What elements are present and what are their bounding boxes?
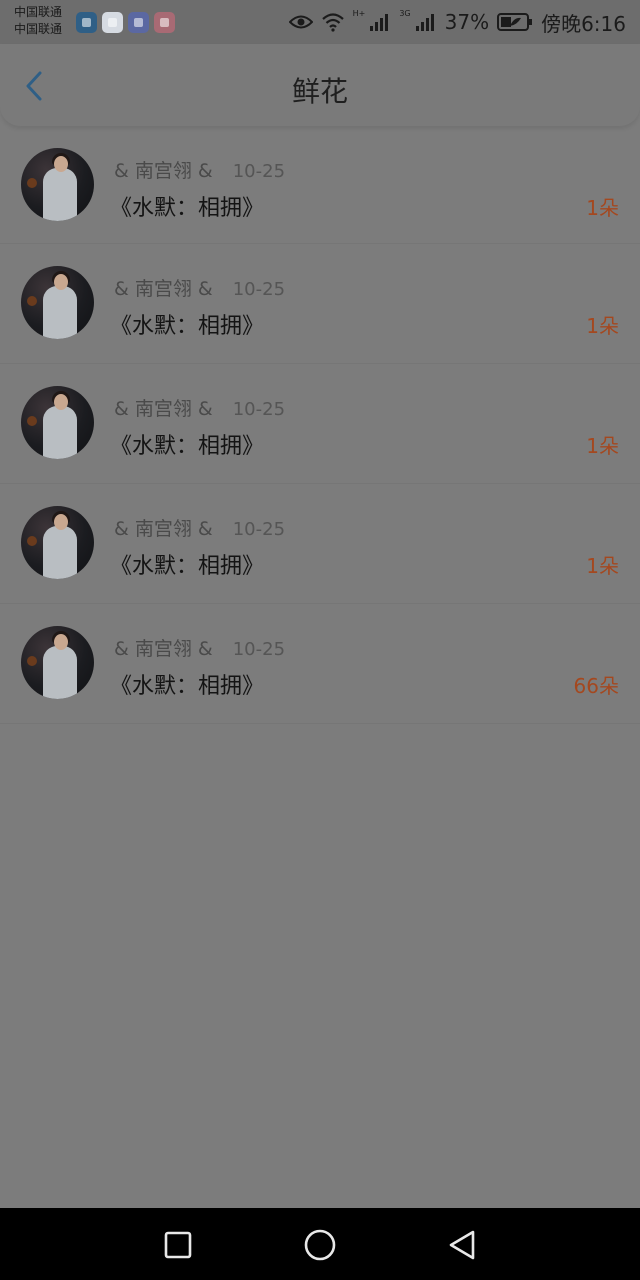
battery-percent: 37% xyxy=(444,10,490,34)
user-name: & 南宫翎 & xyxy=(114,398,213,420)
record-meta: & 南宫翎 & 10-25 xyxy=(114,514,285,541)
flower-count: 1朵 xyxy=(586,196,619,220)
signal-icon-2 xyxy=(415,12,437,32)
navigation-bar xyxy=(0,1208,640,1280)
record-date: 10-25 xyxy=(232,399,286,420)
book-title: 《水默：相拥》 xyxy=(110,434,265,459)
system-back-button[interactable] xyxy=(444,1228,480,1262)
record-meta: & 南宫翎 & 10-25 xyxy=(114,156,285,183)
avatar[interactable] xyxy=(21,626,94,699)
avatar[interactable] xyxy=(21,266,94,339)
compass-app-icon xyxy=(102,12,123,33)
list-item[interactable]: & 南宫翎 & 10-25 《水默：相拥》 1朵 xyxy=(0,126,640,244)
list-item[interactable]: & 南宫翎 & 10-25 《水默：相拥》 1朵 xyxy=(0,244,640,364)
flower-record-list: & 南宫翎 & 10-25 《水默：相拥》 1朵 & 南宫翎 & 10-25 《水默… xyxy=(0,126,640,724)
record-meta: & 南宫翎 & 10-25 xyxy=(114,394,285,421)
network-type-label: H+ xyxy=(352,9,366,18)
flower-count: 1朵 xyxy=(586,314,619,338)
status-bar: 中国联通 中国联通 H+ 3G 37% 傍晚6:16 xyxy=(0,0,640,44)
avatar[interactable] xyxy=(21,148,94,221)
book-title: 《水默：相拥》 xyxy=(110,196,265,221)
recent-apps-button[interactable] xyxy=(160,1228,196,1262)
page-title: 鲜花 xyxy=(291,75,348,108)
home-button[interactable] xyxy=(302,1228,338,1262)
user-name: & 南宫翎 & xyxy=(114,518,213,540)
signal-icon xyxy=(369,12,391,32)
carrier-info: 中国联通 中国联通 xyxy=(14,4,62,38)
triangle-back-icon xyxy=(449,1230,475,1260)
flower-count: 66朵 xyxy=(573,674,619,698)
circle-icon xyxy=(304,1229,336,1261)
book-title: 《水默：相拥》 xyxy=(110,554,265,579)
carrier-2: 中国联通 xyxy=(14,22,63,36)
record-date: 10-25 xyxy=(232,279,286,300)
list-item[interactable]: & 南宫翎 & 10-25 《水默：相拥》 66朵 xyxy=(0,604,640,724)
flower-count: 1朵 xyxy=(586,434,619,458)
status-indicators: H+ 3G 37% 傍晚6:16 xyxy=(288,8,626,36)
record-date: 10-25 xyxy=(232,161,286,182)
record-meta: & 南宫翎 & 10-25 xyxy=(114,274,285,301)
user-name: & 南宫翎 & xyxy=(114,278,213,300)
book-title: 《水默：相拥》 xyxy=(110,674,265,699)
battery-icon xyxy=(497,13,533,31)
graduation-app-icon xyxy=(128,12,149,33)
title-bar: 鲜花 xyxy=(0,44,640,126)
book-app-icon xyxy=(154,12,175,33)
clock: 傍晚6:16 xyxy=(541,11,626,36)
user-name: & 南宫翎 & xyxy=(114,638,213,660)
user-name: & 南宫翎 & xyxy=(114,160,213,182)
square-icon xyxy=(164,1231,192,1259)
notification-icons xyxy=(76,12,175,33)
shield-app-icon xyxy=(76,12,97,33)
record-date: 10-25 xyxy=(232,639,286,660)
avatar[interactable] xyxy=(21,506,94,579)
avatar[interactable] xyxy=(21,386,94,459)
wifi-icon xyxy=(321,12,345,32)
network-type-label-2: 3G xyxy=(399,9,411,18)
record-date: 10-25 xyxy=(232,519,286,540)
book-title: 《水默：相拥》 xyxy=(110,314,265,339)
flower-count: 1朵 xyxy=(586,554,619,578)
record-meta: & 南宫翎 & 10-25 xyxy=(114,634,285,661)
eye-icon xyxy=(288,14,313,30)
list-item[interactable]: & 南宫翎 & 10-25 《水默：相拥》 1朵 xyxy=(0,364,640,484)
list-item[interactable]: & 南宫翎 & 10-25 《水默：相拥》 1朵 xyxy=(0,484,640,604)
carrier-1: 中国联通 xyxy=(14,5,63,19)
